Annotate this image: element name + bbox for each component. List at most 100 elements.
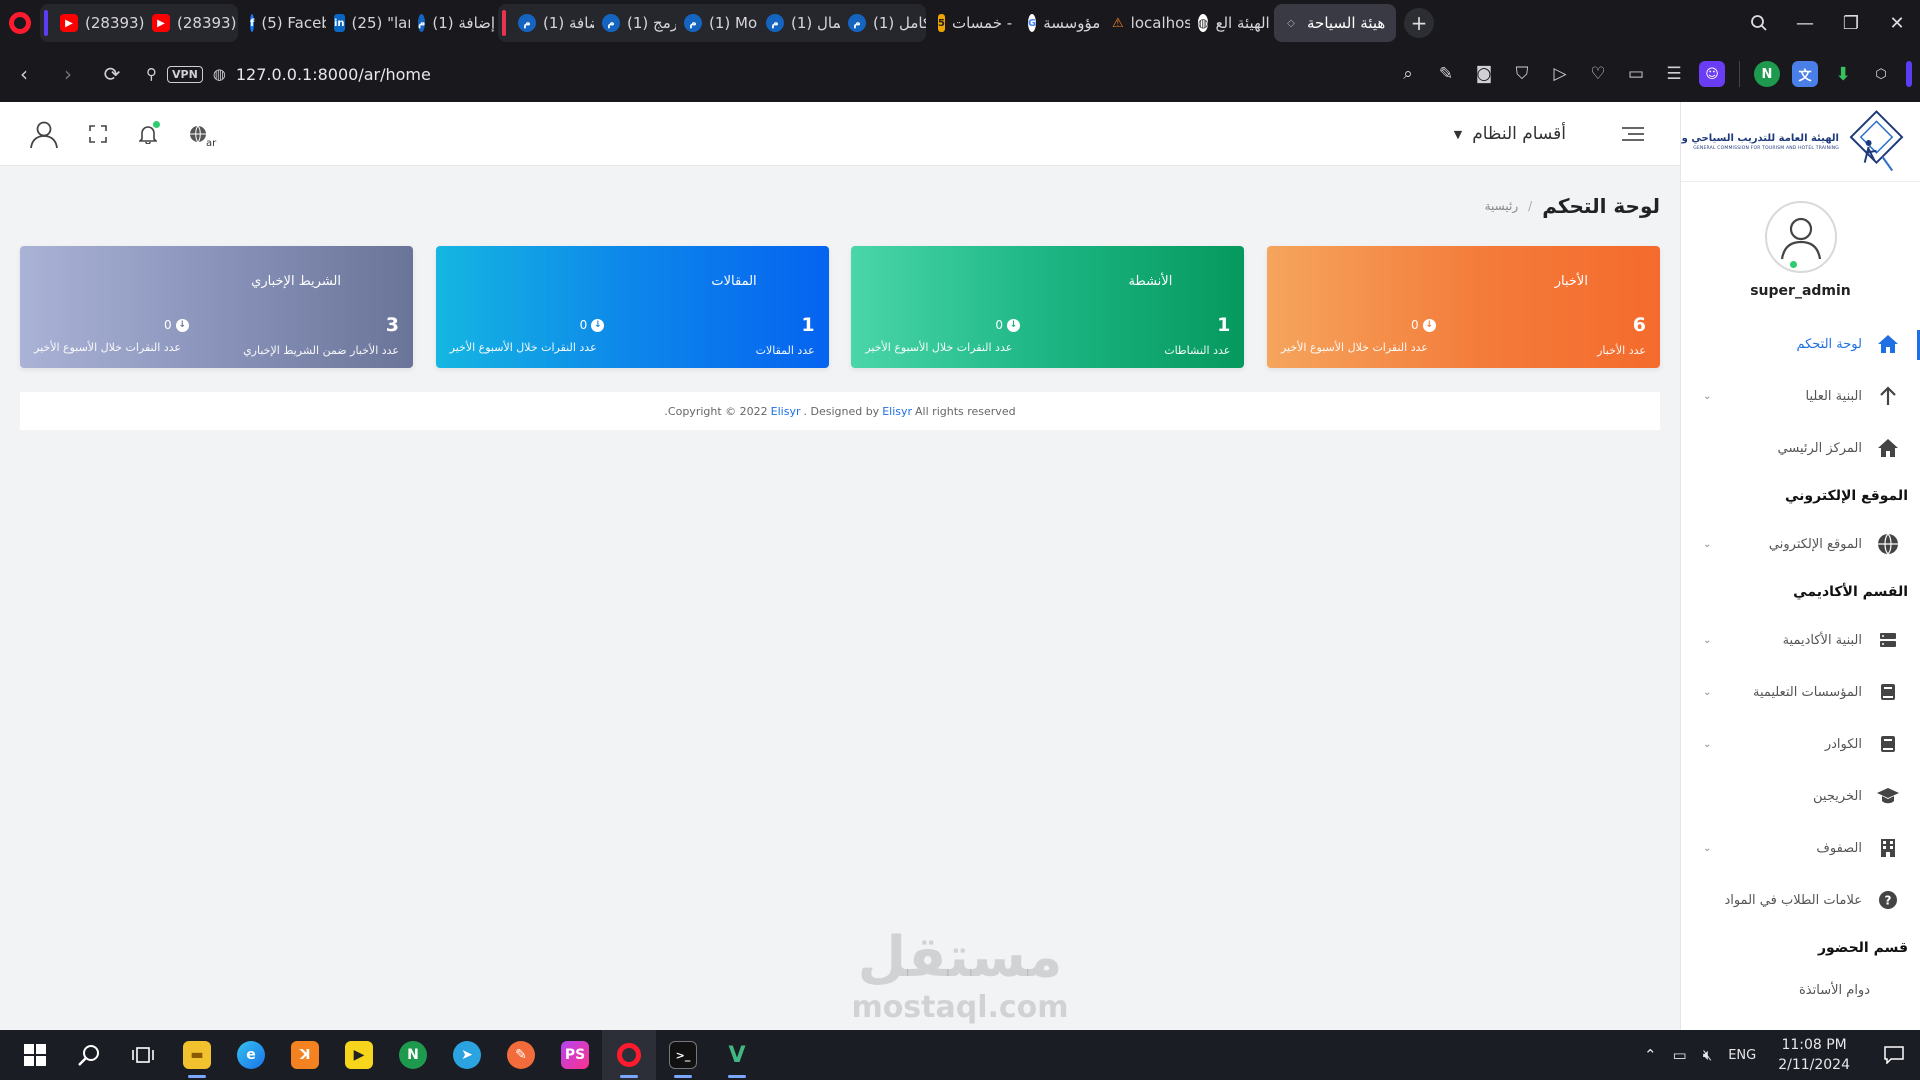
search-page-icon[interactable]: ⌕ — [1389, 55, 1427, 93]
extension-n-icon[interactable]: N — [1754, 61, 1780, 87]
articles-card[interactable]: المقالات 1 عدد المقالات 0 ↓ عدد النقرات خ… — [435, 246, 829, 368]
mostaql-icon: م — [684, 14, 702, 32]
browser-tab-active[interactable]: ◇ هيئة السياحة — [1274, 4, 1396, 42]
sidebar-item-website[interactable]: الموقع الإلكتروني ⌄ — [1681, 518, 1920, 570]
address-bar-tools: ⌕ ✎ ◙ ⛉ ▷ ♡ ▭ ☰ ☺ N 文 ⬇ ⬡ — [1389, 46, 1920, 102]
taskbar-search-icon[interactable] — [62, 1030, 116, 1080]
navbar-tools: ar — [28, 102, 234, 166]
sidebar-item-classes[interactable]: الصفوف ⌄ — [1681, 822, 1920, 874]
footer-brand-link[interactable]: Elisyr — [771, 405, 801, 418]
shield-icon[interactable]: ⛉ — [1503, 55, 1541, 93]
vpn-badge[interactable]: VPN — [167, 65, 203, 83]
sidebar-item-graduates[interactable]: الخريجين — [1681, 770, 1920, 822]
browser-tab[interactable]: in(25) "larav — [326, 4, 410, 42]
extension-n-icon[interactable]: N — [386, 1030, 440, 1080]
edit-icon[interactable]: ✎ — [1427, 55, 1465, 93]
browser-tab[interactable]: f(5) Facebo — [242, 4, 326, 42]
system-tray: ⌃ ▭ 🔇︎ ENG 11:08 PM 2/11/2024 — [1636, 1030, 1920, 1080]
xampp-icon[interactable]: ꓘ — [278, 1030, 332, 1080]
sidebar-item-staff[interactable]: الكوادر ⌄ — [1681, 718, 1920, 770]
url-text[interactable]: 127.0.0.1:8000/ar/home — [236, 65, 431, 84]
sidebar-section-attendance: قسم الحضور — [1817, 940, 1908, 956]
sidebar-item-dashboard[interactable]: لوحة التحكم — [1681, 318, 1920, 370]
battery-icon[interactable]: ▭ — [1673, 1046, 1687, 1064]
footer-designer-link[interactable]: Elisyr — [882, 405, 912, 418]
extensions-icon[interactable]: ⬡ — [1868, 61, 1894, 87]
clock[interactable]: 11:08 PM 2/11/2024 — [1778, 1035, 1850, 1075]
terminal-icon[interactable]: >_ — [656, 1030, 710, 1080]
activities-card[interactable]: الأنشطة 1 عدد النشاطات 0 ↓ عدد النقرات خل… — [851, 246, 1245, 368]
sidebar-item-teacher-attendance[interactable]: دوام الأساتذة — [1681, 970, 1920, 1010]
postman-icon[interactable]: ✎ — [494, 1030, 548, 1080]
browser-tab[interactable]: م(1) مبرمج — [594, 4, 676, 42]
opera-menu-icon[interactable] — [0, 0, 40, 46]
sidebar-item-student-grades[interactable]: ? علامات الطلاب في المواد — [1681, 874, 1920, 926]
back-icon[interactable]: ‹ — [4, 54, 44, 94]
news-ticker-card[interactable]: الشريط الإخباري 3 عدد الأخبار ضمن الشريط… — [20, 246, 413, 368]
minimize-icon[interactable]: — — [1782, 0, 1828, 46]
sidebar-item-upper-structure[interactable]: البنية العليا ⌄ — [1681, 370, 1920, 422]
browser-tab[interactable]: ◍ الهيئة الع — [1190, 4, 1274, 42]
language-switcher[interactable]: ar — [184, 120, 216, 149]
building-icon — [1876, 836, 1900, 860]
heart-icon[interactable]: ♡ — [1579, 55, 1617, 93]
file-explorer-icon[interactable]: ▬ — [170, 1030, 224, 1080]
input-language[interactable]: ENG — [1728, 1048, 1756, 1063]
telegram-icon[interactable]: ➤ — [440, 1030, 494, 1080]
download-circle-icon: ↓ — [1006, 318, 1020, 332]
opera-icon[interactable] — [602, 1030, 656, 1080]
browser-tab[interactable]: ▶(28393) F — [52, 4, 144, 42]
news-card[interactable]: الأخبار 6 عدد الأخبار 0 ↓ عدد النقرات خلا… — [1266, 246, 1660, 368]
chevron-up-icon[interactable]: ⌃ — [1644, 1046, 1657, 1064]
notification-dot — [153, 121, 160, 128]
sidebar-toggle-icon[interactable]: ▭ — [1617, 55, 1655, 93]
user-icon[interactable] — [28, 118, 60, 150]
browser-tab[interactable]: م(1) تكامل — [840, 4, 926, 42]
player-icon[interactable]: ▶ — [332, 1030, 386, 1080]
window-controls: — ❐ ✕ — [1736, 0, 1920, 46]
send-icon[interactable]: ▷ — [1541, 55, 1579, 93]
start-button[interactable] — [8, 1030, 62, 1080]
browser-tab[interactable]: 5 خمسات - — [930, 4, 1020, 42]
breadcrumb-home[interactable]: رئيسية — [1485, 199, 1519, 213]
volume-muted-icon[interactable]: 🔇︎ — [1703, 1046, 1712, 1064]
hamburger-menu-icon[interactable] — [1622, 127, 1644, 141]
browser-tab[interactable]: م(1) Mousa — [676, 4, 758, 42]
edge-icon[interactable]: e — [224, 1030, 278, 1080]
task-view-icon[interactable] — [116, 1030, 170, 1080]
mostaql-icon: م — [766, 14, 784, 32]
fullscreen-icon[interactable] — [84, 120, 112, 148]
sidebar-item-educational-institutions[interactable]: المؤسسات التعليمية ⌄ — [1681, 666, 1920, 718]
restore-icon[interactable]: ❐ — [1828, 0, 1874, 46]
download-extension-icon[interactable]: ⬇ — [1830, 61, 1856, 87]
google-icon: G — [1028, 14, 1037, 32]
browser-tab[interactable]: م(1) إكمال — [758, 4, 840, 42]
url-field[interactable]: ⚲ VPN ◍ 127.0.0.1:8000/ar/home — [146, 54, 431, 94]
browser-tab[interactable]: ⚠localhost — [1104, 4, 1190, 42]
browser-tab[interactable]: م(1) إضافة — [510, 4, 594, 42]
avatar[interactable] — [1764, 201, 1837, 273]
bell-icon[interactable] — [134, 120, 162, 148]
camera-icon[interactable]: ◙ — [1465, 55, 1503, 93]
sidebar-logo[interactable]: الهيئة العامة للتدريب السياحي و الفندقي … — [1681, 102, 1920, 182]
new-tab-button[interactable]: + — [1404, 8, 1434, 38]
profile-icon[interactable]: ☺ — [1699, 61, 1725, 87]
translate-extension-icon[interactable]: 文 — [1792, 61, 1818, 87]
site-settings-icon[interactable]: ⚲ — [146, 65, 157, 83]
sidebar-item-main-center[interactable]: المركز الرئيسي — [1681, 422, 1920, 474]
browser-tab[interactable]: ▶(28393) ... — [144, 4, 238, 42]
mostaql-icon: م — [848, 14, 866, 32]
sidebar-item-academic-structure[interactable]: البنية الأكاديمية ⌄ — [1681, 614, 1920, 666]
forward-icon[interactable]: › — [48, 54, 88, 94]
notifications-icon[interactable] — [1868, 1030, 1920, 1080]
browser-tab[interactable]: م(1) إضافة — [410, 4, 498, 42]
reload-icon[interactable]: ⟳ — [92, 54, 132, 94]
sidebar-handle[interactable] — [1906, 61, 1912, 87]
phpstorm-icon[interactable]: PS — [548, 1030, 602, 1080]
vue-icon[interactable]: V — [710, 1030, 764, 1080]
browser-tab[interactable]: G مؤوسسة — [1020, 4, 1104, 42]
system-sections-dropdown[interactable]: ▼ أقسام النظام — [1454, 124, 1566, 144]
easy-setup-icon[interactable]: ☰ — [1655, 55, 1693, 93]
close-icon[interactable]: ✕ — [1874, 0, 1920, 46]
search-tabs-icon[interactable] — [1736, 0, 1782, 46]
